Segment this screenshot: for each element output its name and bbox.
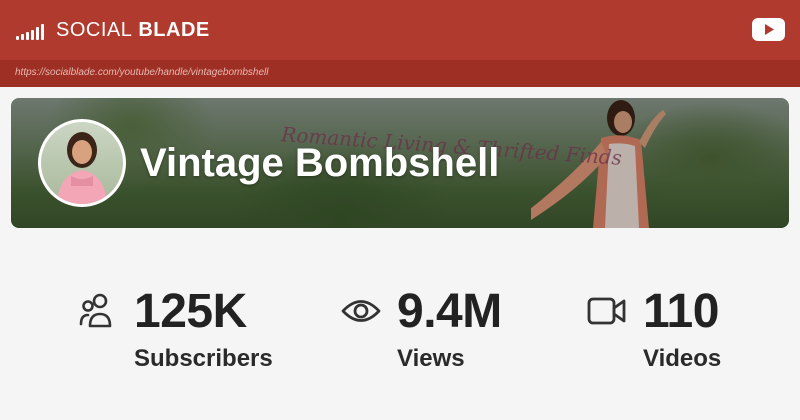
socialblade-logo[interactable]: SOCIAL BLADE [16,18,210,42]
eye-icon [341,300,381,322]
channel-banner: Romantic Living & Thrifted Finds Vintage… [11,98,789,228]
views-count: 9.4M [397,285,502,338]
subscribers-label: Subscribers [134,345,273,372]
url-bar: https://socialblade.com/youtube/handle/v… [0,60,800,87]
brand-text-blade: BLADE [138,18,210,41]
views-label: Views [397,345,465,372]
videos-label: Videos [643,345,722,372]
users-icon [79,293,112,328]
videos-count: 110 [643,285,719,338]
youtube-icon[interactable] [752,18,785,41]
header-bar: SOCIAL BLADE [0,0,800,60]
channel-avatar[interactable] [38,119,126,207]
video-camera-icon [587,297,626,325]
brand-wordmark: SOCIAL BLADE [56,19,210,42]
signal-bars-icon [16,20,44,40]
brand-text-social: SOCIAL [56,18,133,41]
channel-url[interactable]: https://socialblade.com/youtube/handle/v… [15,67,269,78]
channel-name: Vintage Bombshell [140,141,500,185]
subscribers-count: 125K [134,285,247,338]
